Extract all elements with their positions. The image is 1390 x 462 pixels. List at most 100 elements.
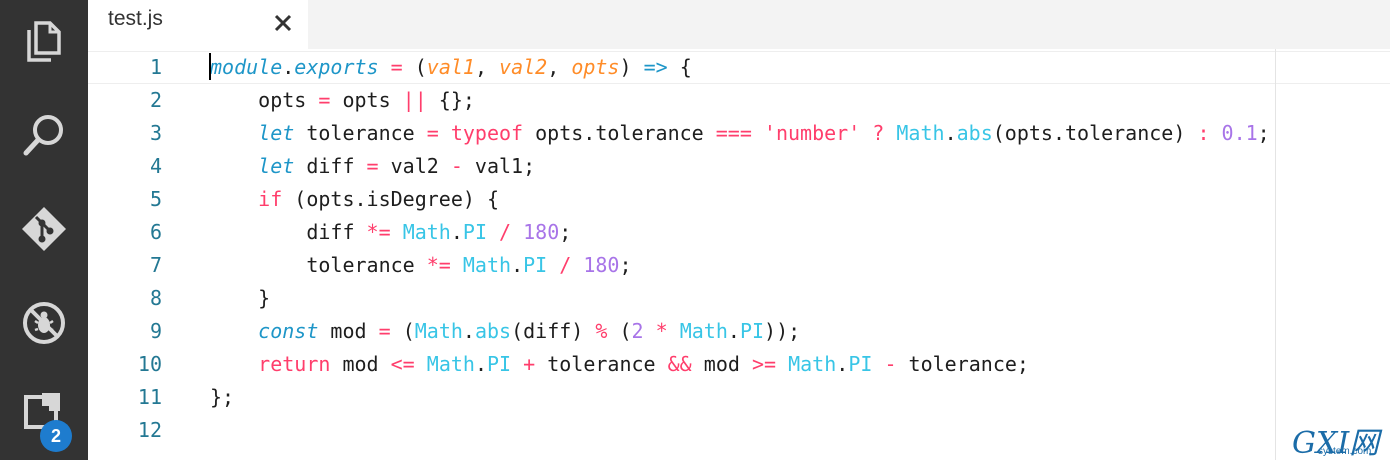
code-token: )); [764, 319, 801, 343]
code-token: === [715, 121, 752, 145]
code-token: + [523, 352, 536, 376]
code-token: * [655, 319, 668, 343]
code-token: = [378, 319, 391, 343]
code-token: . [836, 352, 849, 376]
code-area[interactable]: module.exports = (val1, val2, opts) => {… [210, 49, 1390, 460]
code-token: % [595, 319, 608, 343]
code-token: ; [559, 220, 572, 244]
code-line[interactable]: } [210, 282, 270, 315]
code-token: val2 [378, 154, 451, 178]
code-line[interactable]: let tolerance = typeof opts.tolerance ==… [210, 117, 1270, 150]
code-token: module [210, 55, 283, 79]
code-token: 180 [583, 253, 620, 277]
code-token: let [258, 121, 295, 145]
code-token: if [258, 187, 283, 211]
code-token: ( [402, 55, 427, 79]
code-line[interactable]: let diff = val2 - val1; [210, 150, 535, 183]
code-token: } [210, 286, 271, 310]
code-token: = [390, 55, 403, 79]
code-token: = [426, 121, 439, 145]
line-number: 12 [137, 418, 162, 442]
git-icon [22, 207, 66, 251]
code-token: . [727, 319, 740, 343]
code-token: , [547, 55, 572, 79]
debug-button[interactable] [0, 290, 88, 356]
code-token: / [559, 253, 572, 277]
code-token: . [944, 121, 957, 145]
code-token: <= [390, 352, 415, 376]
code-token: >= [751, 352, 777, 376]
line-number: 1 [149, 55, 162, 79]
code-token: (diff) [511, 319, 596, 343]
code-line[interactable]: }; [210, 381, 234, 414]
code-token: val1 [426, 55, 475, 79]
code-token: = [366, 154, 379, 178]
line-number: 4 [149, 154, 162, 178]
code-token: - [450, 154, 463, 178]
code-token: opts [210, 88, 319, 112]
code-token: mod [330, 352, 391, 376]
code-line[interactable]: module.exports = (val1, val2, opts) => { [210, 51, 692, 84]
code-token: { [667, 55, 692, 79]
search-button[interactable] [0, 102, 88, 168]
code-token: Math [462, 253, 512, 277]
code-token: typeof [450, 121, 524, 145]
code-token: mod [318, 319, 379, 343]
code-line[interactable]: const mod = (Math.abs(diff) % (2 * Math.… [210, 315, 800, 348]
code-token: ) [619, 55, 644, 79]
watermark: GXI网 system.com [1292, 418, 1388, 461]
code-token: *= [426, 253, 451, 277]
code-line[interactable]: return mod <= Math.PI + tolerance && mod… [210, 348, 1029, 381]
explorer-button[interactable] [0, 8, 88, 74]
code-token: diff [294, 154, 367, 178]
code-token: abs [474, 319, 512, 343]
line-number: 9 [149, 319, 162, 343]
code-token: PI [462, 220, 487, 244]
line-number: 3 [149, 121, 162, 145]
line-number: 11 [137, 385, 162, 409]
code-token: (opts.isDegree) { [282, 187, 500, 211]
code-line[interactable]: tolerance *= Math.PI / 180; [210, 249, 631, 282]
code-token: tolerance [535, 352, 668, 376]
code-token: Math [402, 220, 451, 244]
code-token: = [318, 88, 331, 112]
line-number: 2 [149, 88, 162, 112]
code-editor[interactable]: 1 2 3 4 5 6 7 8 9 10 11 12 module.exports = (val1, … [88, 49, 1390, 460]
code-token: PI [739, 319, 765, 343]
code-token: let [258, 154, 295, 178]
search-icon [23, 115, 63, 156]
tab-title: test.js [108, 7, 163, 30]
line-number-gutter: 1 2 3 4 5 6 7 8 9 10 11 12 [88, 49, 198, 460]
close-icon[interactable] [272, 12, 294, 34]
code-token: - [884, 352, 897, 376]
code-token: . [450, 220, 463, 244]
code-token: Math [426, 352, 475, 376]
code-line[interactable]: diff *= Math.PI / 180; [210, 216, 571, 249]
code-token: *= [366, 220, 391, 244]
code-token: val2 [499, 55, 548, 79]
activity-bar: 2 [0, 0, 88, 460]
code-line[interactable]: if (opts.isDegree) { [210, 183, 499, 216]
code-token: ? [872, 121, 885, 145]
code-token: val1; [462, 154, 536, 178]
code-line[interactable]: opts = opts || {}; [210, 84, 475, 117]
code-token: (opts.tolerance) [992, 121, 1198, 145]
tab-test-js[interactable]: test.js [88, 0, 308, 49]
line-number: 7 [149, 253, 162, 277]
code-token: {}; [426, 88, 475, 112]
code-token: Math [788, 352, 837, 376]
source-control-button[interactable] [0, 196, 88, 262]
code-token: . [474, 352, 487, 376]
